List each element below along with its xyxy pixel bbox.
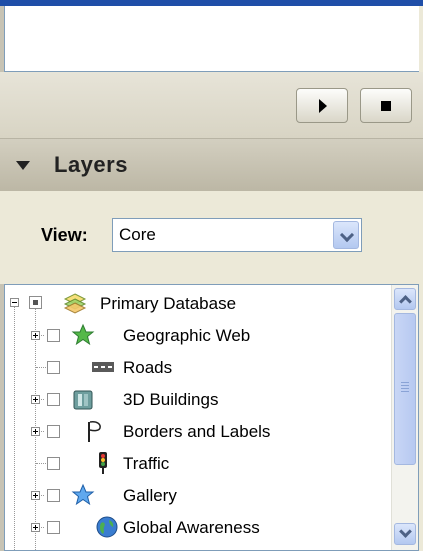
tree-item-label: 3D Buildings xyxy=(123,390,219,409)
tree-item-label: Primary Database xyxy=(100,294,237,313)
grip-line xyxy=(401,382,409,383)
tree-item-label: Borders and Labels xyxy=(123,422,271,441)
blue-star-icon xyxy=(71,483,95,506)
traffic-light-icon xyxy=(99,452,107,474)
layers-panel-header[interactable]: Layers xyxy=(0,139,423,192)
scroll-down-button[interactable] xyxy=(394,523,416,545)
tree-item-global-awareness[interactable]: Global Awareness xyxy=(5,511,390,543)
layer-checkbox[interactable] xyxy=(47,457,60,470)
play-button[interactable] xyxy=(296,88,348,123)
view-dropdown-value: Core xyxy=(119,225,156,244)
road-icon xyxy=(92,362,114,372)
scroll-up-button[interactable] xyxy=(394,288,416,310)
tree-item-borders-and-labels[interactable]: Borders and Labels xyxy=(5,415,390,447)
chevron-down-icon xyxy=(339,227,355,243)
tour-controls-bar xyxy=(0,72,423,139)
search-results-panel xyxy=(4,6,419,72)
layer-checkbox[interactable] xyxy=(47,329,60,342)
tree-item-label: Geographic Web xyxy=(123,326,251,345)
stop-icon xyxy=(381,101,391,111)
tree-item-label: Gallery xyxy=(123,486,177,505)
collapse-toggle[interactable] xyxy=(10,298,19,307)
play-icon xyxy=(319,99,327,113)
tree-scrollbar[interactable] xyxy=(391,285,418,550)
collapse-arrow-icon[interactable] xyxy=(16,161,30,170)
layers-tree: Primary Database Geographic Web Roads 3D… xyxy=(4,284,419,551)
expand-toggle[interactable] xyxy=(31,395,40,404)
tree-connector xyxy=(36,463,46,464)
tree-item-3d-buildings[interactable]: 3D Buildings xyxy=(5,383,390,415)
layer-checkbox[interactable] xyxy=(47,425,60,438)
layer-checkbox[interactable] xyxy=(47,489,60,502)
flag-icon xyxy=(88,421,101,442)
database-layers-icon xyxy=(63,293,87,314)
expand-toggle[interactable] xyxy=(31,427,40,436)
tree-item-geographic-web[interactable]: Geographic Web xyxy=(5,319,390,351)
tree-item-label: Global Awareness xyxy=(123,518,260,537)
layers-title: Layers xyxy=(54,152,128,177)
grip-line xyxy=(401,388,409,389)
layer-checkbox[interactable] xyxy=(47,521,60,534)
stop-button[interactable] xyxy=(360,88,412,123)
tree-item-label: Traffic xyxy=(123,454,170,473)
layer-checkbox[interactable] xyxy=(47,393,60,406)
grip-line xyxy=(401,391,409,392)
chevron-down-icon xyxy=(399,525,412,538)
expand-toggle[interactable] xyxy=(31,491,40,500)
expand-toggle[interactable] xyxy=(31,331,40,340)
grip-line xyxy=(401,385,409,386)
tree-item-label: Roads xyxy=(123,358,173,377)
scroll-thumb[interactable] xyxy=(394,313,416,465)
tree-root-row[interactable]: Primary Database xyxy=(5,287,390,319)
expand-toggle[interactable] xyxy=(31,523,40,532)
root-checkbox[interactable] xyxy=(29,296,42,309)
green-star-icon xyxy=(71,323,95,346)
layer-checkbox[interactable] xyxy=(47,361,60,374)
tree-item-gallery[interactable]: Gallery xyxy=(5,479,390,511)
dropdown-button[interactable] xyxy=(333,221,359,249)
chevron-up-icon xyxy=(399,295,412,308)
view-selector-area: View: Core xyxy=(0,191,423,284)
tree-connector xyxy=(36,367,46,368)
tree-item-traffic[interactable]: Traffic xyxy=(5,447,390,479)
globe-icon xyxy=(96,516,118,538)
building-icon xyxy=(73,390,93,410)
tree-item-roads[interactable]: Roads xyxy=(5,351,390,383)
view-label: View: xyxy=(41,225,88,245)
view-dropdown[interactable]: Core xyxy=(112,218,362,252)
